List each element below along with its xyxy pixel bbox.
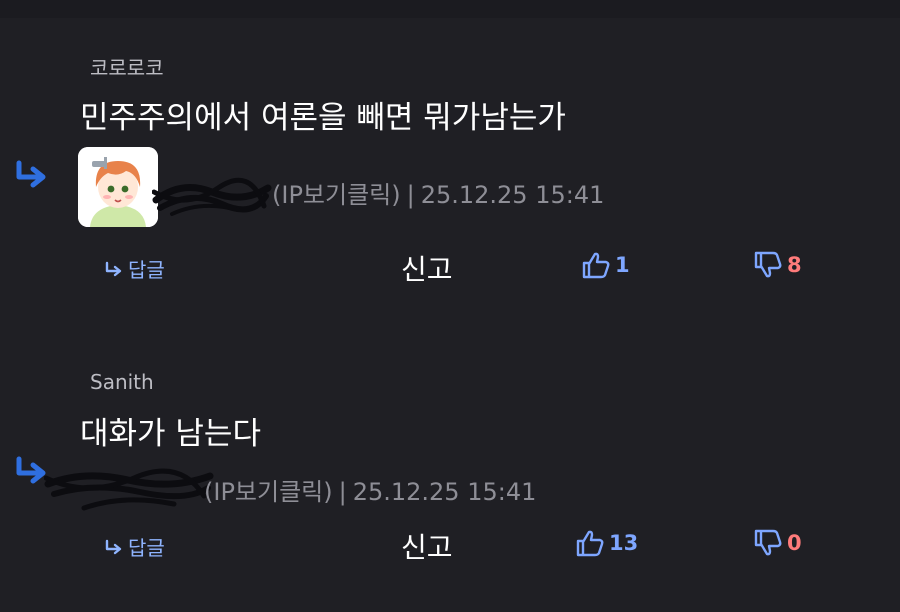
comment-meta: (IP보기클릭) | 25.12.25 15:41 (204, 472, 536, 507)
thumbs-down-icon (754, 529, 782, 556)
redacted-name-scribble (152, 177, 272, 216)
comment-item: 코로로코 민주주의에서 여론을 빼면 뭐가남는가 (IP보기클릭) | 25.12.… (0, 18, 900, 328)
comment-author[interactable]: 코로로코 (90, 52, 164, 81)
reply-button[interactable]: 답글 (104, 254, 165, 283)
reply-arrow-icon (16, 160, 46, 188)
downvote-button[interactable]: 0 (753, 528, 802, 558)
top-strip (0, 0, 900, 18)
upvote-count: 1 (615, 253, 630, 277)
action-row: 답글 신고 13 0 (0, 526, 900, 566)
action-row: 답글 신고 1 8 (0, 248, 900, 288)
upvote-button[interactable]: 13 (575, 528, 638, 558)
thumbs-up-icon (576, 530, 604, 557)
meta-separator: | (338, 478, 347, 506)
downvote-button[interactable]: 8 (753, 250, 802, 280)
reply-button-label: 답글 (128, 536, 165, 560)
reply-arrow-icon (105, 539, 122, 554)
comment-author[interactable]: Sanith (90, 370, 154, 394)
upvote-count: 13 (609, 531, 639, 555)
timestamp: 25.12.25 15:41 (420, 181, 605, 209)
comment-body: 민주주의에서 여론을 빼면 뭐가남는가 (80, 100, 566, 136)
reply-arrow-icon (16, 456, 46, 484)
meta-separator: | (406, 181, 415, 209)
upvote-button[interactable]: 1 (581, 250, 630, 280)
thumbs-up-icon (582, 252, 610, 279)
downvote-count: 8 (787, 253, 802, 277)
report-button[interactable]: 신고 (401, 526, 453, 566)
ip-view-link[interactable]: (IP보기클릭) (272, 181, 401, 209)
redacted-name-scribble (44, 468, 214, 511)
avatar[interactable] (78, 147, 158, 227)
comment-meta: (IP보기클릭) | 25.12.25 15:41 (272, 175, 604, 210)
timestamp: 25.12.25 15:41 (352, 478, 537, 506)
downvote-count: 0 (787, 531, 802, 555)
reply-button[interactable]: 답글 (104, 532, 165, 561)
comment-item: Sanith 대화가 남는다 (IP보기클릭) | 25.12.25 15:41 답… (0, 328, 900, 612)
report-button[interactable]: 신고 (401, 248, 453, 288)
ip-view-link[interactable]: (IP보기클릭) (204, 478, 333, 506)
reply-arrow-icon (105, 261, 122, 276)
reply-button-label: 답글 (128, 258, 165, 282)
thumbs-down-icon (754, 251, 782, 278)
comment-body: 대화가 남는다 (80, 416, 261, 452)
